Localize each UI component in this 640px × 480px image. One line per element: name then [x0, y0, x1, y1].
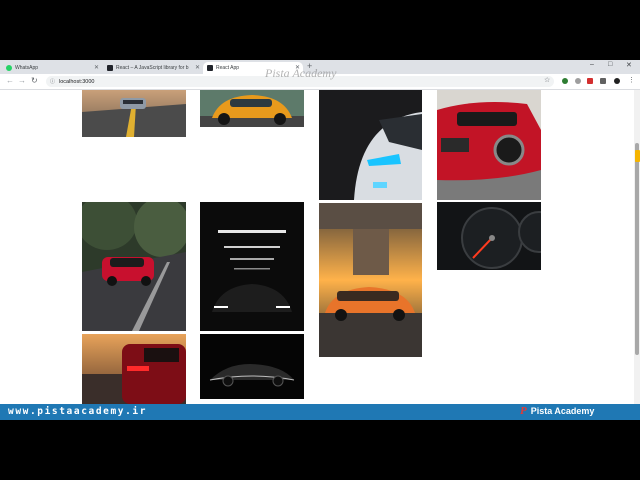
reload-icon[interactable]: ↻	[31, 76, 38, 85]
academy-brand: P Pista Academy	[520, 405, 594, 417]
forward-icon[interactable]: →	[18, 76, 26, 85]
react-icon	[107, 65, 113, 71]
brand-name: Pista Academy	[530, 406, 595, 416]
tab-whatsapp[interactable]: WhatsApp ✕	[2, 62, 102, 74]
minimize-button[interactable]: –	[590, 61, 594, 68]
page-viewport	[0, 90, 634, 404]
tab-label: React App	[216, 65, 240, 71]
scroll-highlight-marker	[635, 150, 640, 162]
menu-kebab-icon[interactable]: ⋮	[628, 76, 635, 84]
whatsapp-icon	[6, 65, 12, 71]
photo-speedometer[interactable]	[437, 202, 541, 270]
extension-icon[interactable]	[562, 78, 568, 84]
tab-label: React – A JavaScript library for b	[116, 65, 189, 71]
pista-logo-icon: P	[520, 405, 527, 417]
tab-label: WhatsApp	[15, 65, 39, 71]
extensions-puzzle-icon[interactable]	[600, 78, 606, 84]
close-window-button[interactable]: ✕	[626, 61, 632, 69]
back-icon[interactable]: ←	[6, 76, 14, 85]
photo-red-car-sunset[interactable]	[82, 334, 186, 404]
address-text: localhost:3000	[59, 78, 95, 85]
bookmark-star-icon[interactable]: ☆	[544, 76, 550, 84]
scrollbar-thumb[interactable]	[635, 143, 639, 355]
photo-silver-car-road[interactable]	[82, 90, 186, 137]
profile-avatar[interactable]	[614, 78, 620, 84]
tab-react-docs[interactable]: React – A JavaScript library for b ✕	[103, 62, 203, 74]
photo-dark-tunnel-car[interactable]	[200, 202, 304, 331]
photo-car-headlight[interactable]	[319, 90, 422, 200]
extension-icon[interactable]	[575, 78, 581, 84]
info-icon[interactable]: ⓘ	[50, 78, 55, 85]
photo-red-hatchback[interactable]	[437, 90, 541, 200]
maximize-button[interactable]: □	[608, 61, 612, 68]
react-icon	[207, 65, 213, 71]
academy-url: www.pistaacademy.ir	[8, 406, 148, 417]
photo-orange-audi-bridge[interactable]	[319, 203, 422, 357]
photo-red-audi-road[interactable]	[82, 202, 186, 331]
close-tab-icon[interactable]: ✕	[94, 64, 99, 71]
extension-icon[interactable]	[587, 78, 593, 84]
photo-orange-beetle[interactable]	[200, 90, 304, 127]
watermark: Pista Academy	[265, 66, 337, 80]
close-tab-icon[interactable]: ✕	[195, 64, 200, 71]
photo-black-coupe[interactable]	[200, 334, 304, 399]
